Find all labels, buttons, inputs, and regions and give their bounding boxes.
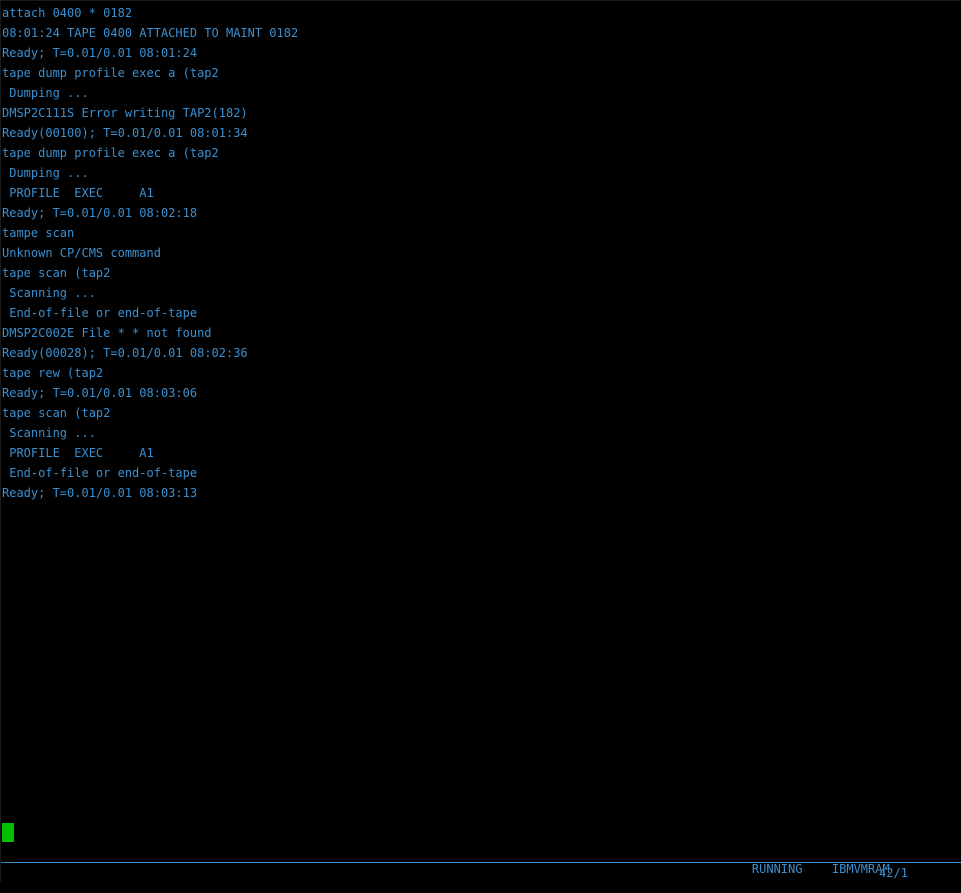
terminal-line: tape dump profile exec a (tap2 [2, 66, 219, 80]
terminal-line: Ready(00100); T=0.01/0.01 08:01:34 [2, 126, 248, 140]
terminal-line: End-of-file or end-of-tape [2, 466, 198, 480]
cursor-position: 42/1 [879, 866, 908, 880]
terminal-line: End-of-file or end-of-tape [2, 306, 198, 320]
terminal-line: tampe scan [2, 226, 75, 240]
terminal-line: tape scan (tap2 [2, 406, 111, 420]
terminal-line: Unknown CP/CMS command [2, 246, 161, 260]
terminal-line: attach 0400 * 0182 [2, 6, 133, 20]
terminal-screen[interactable]: attach 0400 * 0182 08:01:24 TAPE 0400 AT… [0, 0, 961, 882]
oia-divider [1, 862, 961, 863]
status-area: RUNNING IBMVMRAM [723, 845, 890, 876]
terminal-line: PROFILE EXEC A1 [2, 186, 154, 200]
status-running: RUNNING [751, 862, 803, 876]
terminal-line: PROFILE EXEC A1 [2, 446, 154, 460]
terminal-line: tape rew (tap2 [2, 366, 104, 380]
terminal-line: DMSP2C111S Error writing TAP2(182) [2, 106, 248, 120]
terminal-line: DMSP2C002E File * * not found [2, 326, 212, 340]
terminal-line: tape dump profile exec a (tap2 [2, 146, 219, 160]
terminal-line: Ready; T=0.01/0.01 08:01:24 [2, 46, 198, 60]
terminal-line: tape scan (tap2 [2, 266, 111, 280]
terminal-line: Ready(00028); T=0.01/0.01 08:02:36 [2, 346, 248, 360]
terminal-line: Dumping ... [2, 86, 89, 100]
terminal-line: Ready; T=0.01/0.01 08:03:06 [2, 386, 198, 400]
terminal-line: Scanning ... [2, 426, 96, 440]
terminal-line: Ready; T=0.01/0.01 08:03:13 [2, 486, 198, 500]
terminal-output: attach 0400 * 0182 08:01:24 TAPE 0400 AT… [2, 3, 298, 503]
terminal-line: 08:01:24 TAPE 0400 ATTACHED TO MAINT 018… [2, 26, 299, 40]
terminal-line: Ready; T=0.01/0.01 08:02:18 [2, 206, 198, 220]
terminal-line: Scanning ... [2, 286, 96, 300]
command-input-cursor[interactable] [2, 823, 14, 842]
terminal-line: Dumping ... [2, 166, 89, 180]
